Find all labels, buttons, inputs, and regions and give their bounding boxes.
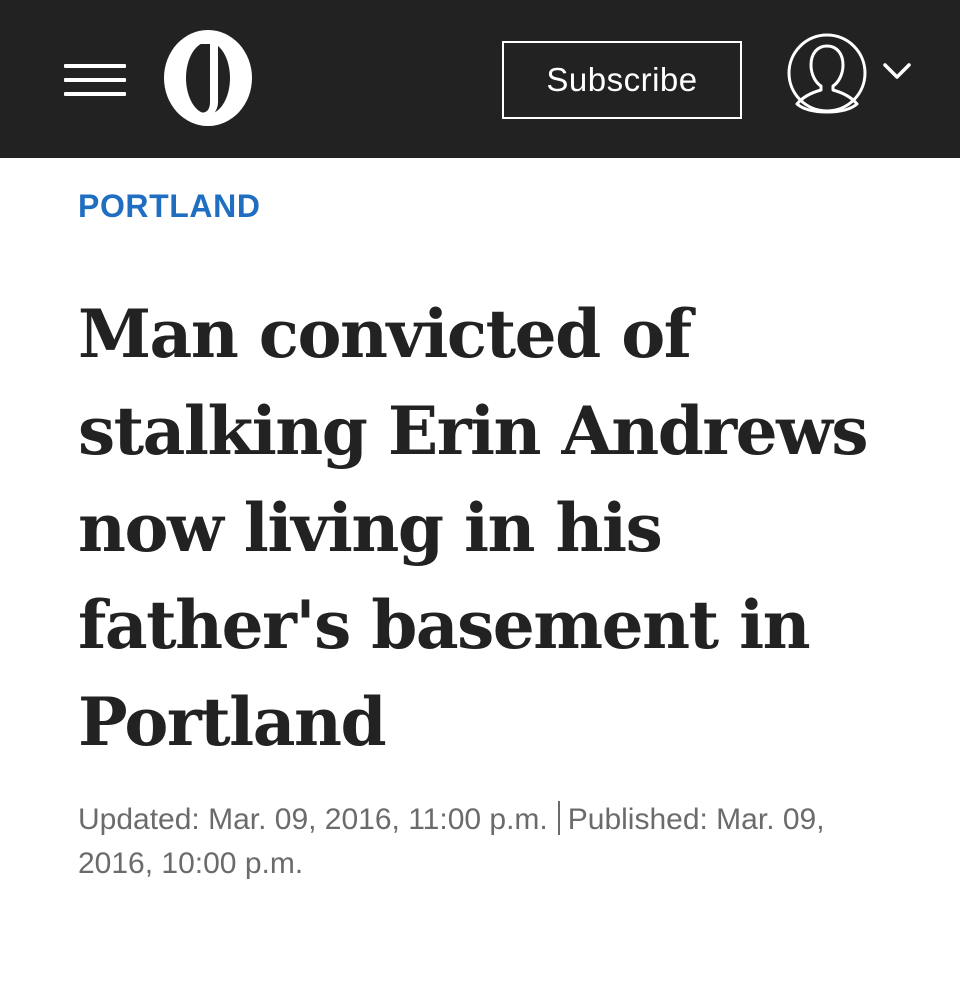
chevron-down-icon bbox=[883, 63, 911, 79]
article-headline: Man convicted of stalking Erin Andrews n… bbox=[78, 286, 898, 771]
user-avatar-icon bbox=[787, 33, 867, 114]
headline-line: Man convicted of bbox=[78, 295, 692, 373]
dateline-divider bbox=[557, 801, 560, 835]
headline-line: Portland bbox=[78, 683, 387, 761]
article-dateline: Updated: Mar. 09, 2016, 11:00 p.m. Publis… bbox=[78, 798, 898, 886]
top-navigation-bar: Subscribe bbox=[0, 0, 960, 158]
account-menu[interactable] bbox=[786, 32, 918, 114]
hamburger-menu-icon[interactable] bbox=[64, 58, 126, 100]
headline-line: father's basement in bbox=[78, 586, 811, 664]
published-timestamp-continued: 2016, 10:00 p.m. bbox=[78, 847, 304, 880]
oregonian-logo-icon[interactable] bbox=[162, 28, 254, 128]
menu-bar bbox=[64, 64, 126, 68]
section-link-portland[interactable]: PORTLAND bbox=[78, 188, 261, 225]
menu-bar bbox=[64, 92, 126, 96]
published-timestamp: Published: Mar. 09, bbox=[567, 803, 825, 836]
headline-line: stalking Erin Andrews bbox=[78, 392, 869, 470]
headline-line: now living in his bbox=[78, 489, 663, 567]
menu-bar bbox=[64, 78, 126, 82]
subscribe-button[interactable]: Subscribe bbox=[502, 41, 742, 119]
updated-timestamp: Updated: Mar. 09, 2016, 11:00 p.m. bbox=[78, 803, 548, 836]
